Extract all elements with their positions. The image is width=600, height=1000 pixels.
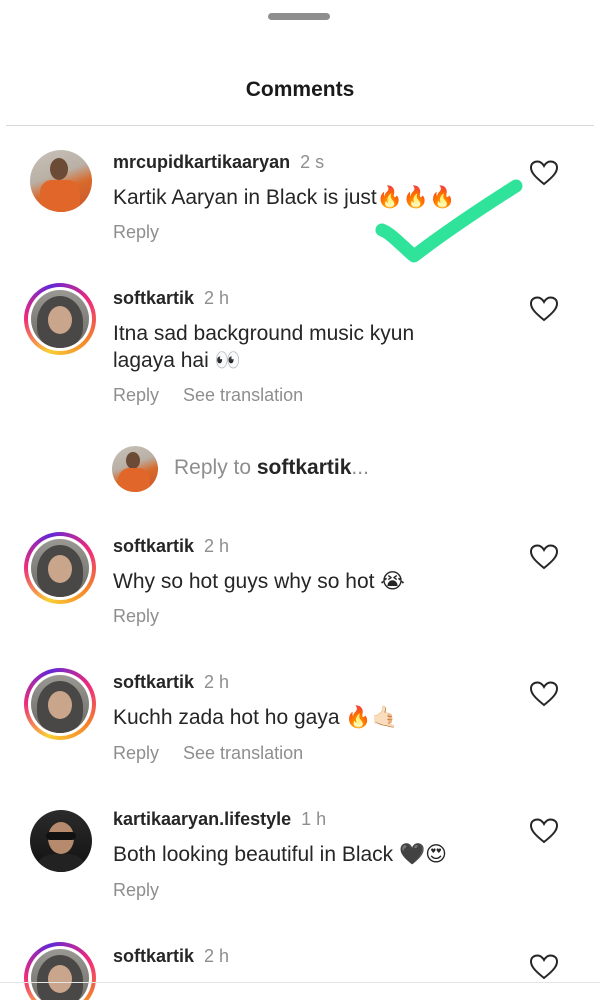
avatar[interactable] — [30, 150, 92, 212]
heart-outline-icon[interactable] — [530, 818, 558, 844]
comment-header: mrcupidkartikaaryan 2 s — [113, 152, 324, 173]
avatar — [31, 675, 89, 733]
page-title: Comments — [245, 78, 355, 101]
reply-button[interactable]: Reply — [113, 606, 159, 626]
see-translation-button[interactable]: See translation — [183, 385, 303, 405]
see-translation-button[interactable]: See translation — [183, 743, 303, 763]
avatar[interactable] — [30, 810, 92, 872]
bottom-divider — [0, 982, 600, 983]
comment-time: 2 h — [204, 946, 230, 966]
comment-header: softkartik 2 h — [113, 672, 229, 693]
reply-input[interactable]: Reply to softkartik... — [174, 456, 369, 480]
comment-actions: Reply — [113, 222, 183, 243]
comment-header: softkartik 2 h — [113, 946, 229, 967]
comment-text: Both looking beautiful in Black 🖤😍 — [113, 843, 448, 866]
comment-time: 2 h — [204, 536, 230, 556]
reply-button[interactable]: Reply — [113, 880, 159, 900]
avatar-story-ring[interactable] — [24, 942, 96, 1000]
heart-outline-icon[interactable] — [530, 296, 558, 322]
header-divider — [6, 125, 594, 126]
heart-outline-icon[interactable] — [530, 681, 558, 707]
comment-header: softkartik 2 h — [113, 288, 229, 309]
heart-outline-icon[interactable] — [530, 544, 558, 570]
avatar-story-ring[interactable] — [24, 532, 96, 604]
comment-text: Itna sad background music kyun lagaya ha… — [113, 322, 415, 372]
reply-suffix: ... — [351, 456, 369, 479]
reply-composer: Reply to softkartik... — [0, 444, 600, 494]
reply-button[interactable]: Reply — [113, 743, 159, 763]
comment-time: 2 s — [300, 152, 325, 172]
avatar — [112, 446, 158, 492]
avatar — [31, 949, 89, 1000]
reply-target: softkartik — [256, 456, 352, 479]
comment-time: 1 h — [301, 809, 327, 829]
checkmark-annotation — [375, 179, 523, 263]
comment-time: 2 h — [204, 672, 230, 692]
comment-header: softkartik 2 h — [113, 536, 229, 557]
drag-handle[interactable] — [268, 13, 330, 20]
reply-button[interactable]: Reply — [113, 222, 159, 242]
username[interactable]: softkartik — [113, 288, 194, 308]
comment-actions: Reply — [113, 880, 183, 901]
comment-actions: Reply See translation — [113, 743, 327, 764]
comments-sheet: Comments mrcupidkartikaaryan 2 s Kartik A… — [0, 0, 600, 1000]
heart-outline-icon[interactable] — [530, 160, 558, 186]
comment-time: 2 h — [204, 288, 230, 308]
avatar — [31, 290, 89, 348]
avatar — [31, 539, 89, 597]
heart-outline-icon[interactable] — [530, 954, 558, 980]
username[interactable]: softkartik — [113, 946, 194, 966]
reply-prefix: Reply to — [174, 456, 257, 479]
comment-text: Why so hot guys why so hot 😭 — [113, 570, 405, 593]
comment-actions: Reply — [113, 606, 183, 627]
avatar-story-ring[interactable] — [24, 668, 96, 740]
comment-header: kartikaaryan.lifestyle 1 h — [113, 809, 326, 830]
username[interactable]: softkartik — [113, 536, 194, 556]
avatar-story-ring[interactable] — [24, 283, 96, 355]
reply-button[interactable]: Reply — [113, 385, 159, 405]
comment-actions: Reply See translation — [113, 385, 327, 406]
username[interactable]: softkartik — [113, 672, 194, 692]
comment-text: Kuchh zada hot ho gaya 🔥🤙🏻 — [113, 706, 398, 729]
username[interactable]: mrcupidkartikaaryan — [113, 152, 290, 172]
username[interactable]: kartikaaryan.lifestyle — [113, 809, 291, 829]
